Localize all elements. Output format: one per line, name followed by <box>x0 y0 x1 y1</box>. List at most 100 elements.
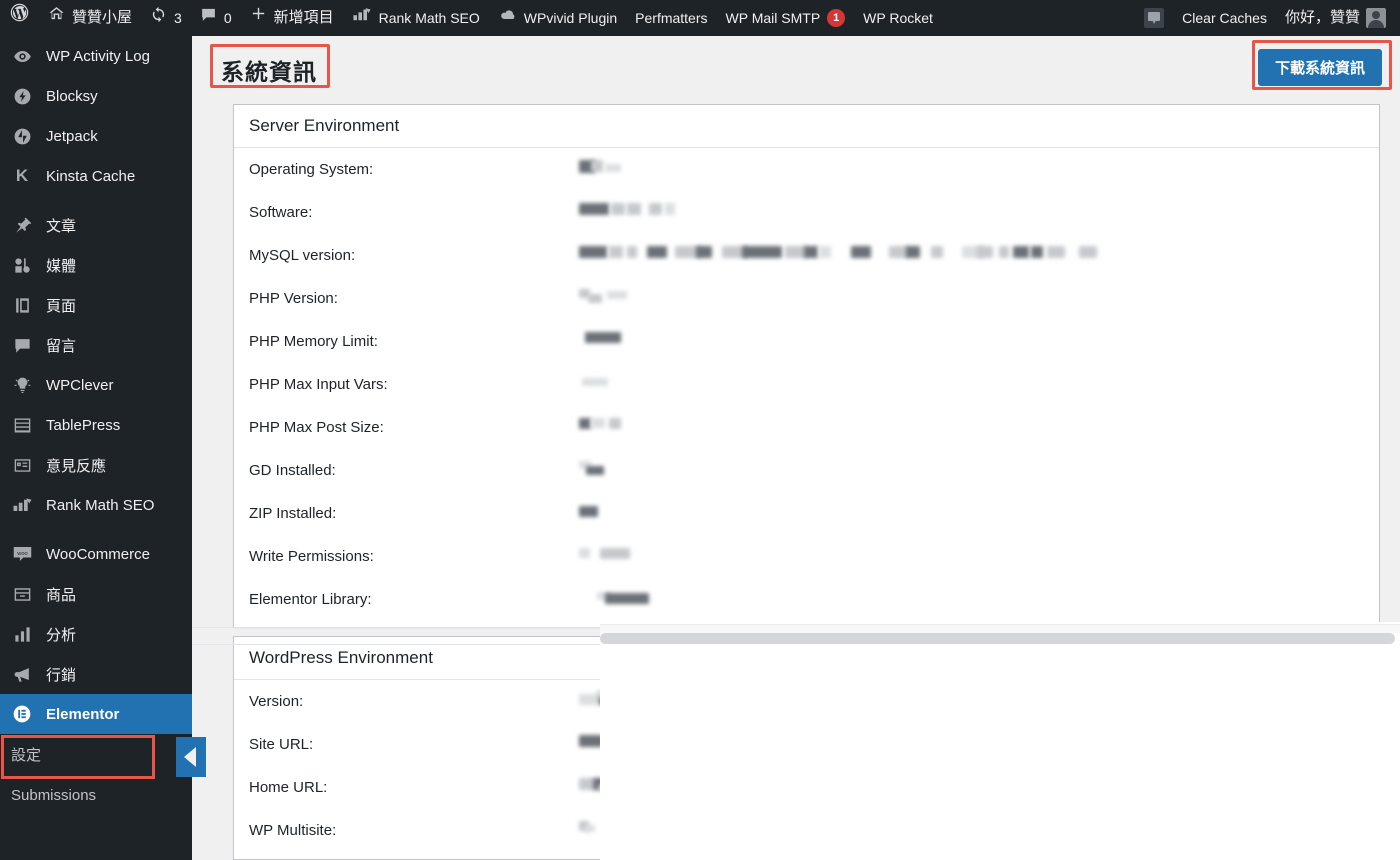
row-value-redacted <box>579 202 1379 223</box>
speech-square-icon <box>1144 8 1165 28</box>
sidebar-item-marketing[interactable]: 行銷 <box>0 654 192 694</box>
row-label: Elementor Library: <box>249 591 372 608</box>
adminbar-wpvivid-plugin[interactable]: WPvivid Plugin <box>489 0 626 36</box>
sidebar-item-blocksy[interactable]: Blocksy <box>0 76 192 116</box>
sidebar-item-comments[interactable]: 留言 <box>0 325 192 365</box>
row-label: GD Installed: <box>249 462 336 479</box>
sidebar-item-posts[interactable]: 文章 <box>0 205 192 245</box>
row-value-redacted <box>579 590 1379 610</box>
sidebar-item-kinsta-cache[interactable]: K Kinsta Cache <box>0 156 192 196</box>
row-value-redacted <box>579 504 1379 524</box>
sidebar-item-wp-activity-log[interactable]: WP Activity Log <box>0 36 192 76</box>
sidebar-label: 頁面 <box>46 297 77 315</box>
horizontal-scrollbar-thumb[interactable] <box>600 633 1395 644</box>
adminbar-perfmatters[interactable]: Perfmatters <box>626 0 716 36</box>
adminbar-howdy-user[interactable]: 你好，贊贊 <box>1276 0 1364 36</box>
megaphone-icon <box>11 665 33 684</box>
row-label: PHP Version: <box>249 290 338 307</box>
server-environment-card: Server Environment Operating System: Sof… <box>233 104 1380 628</box>
wp-mail-smtp-badge: 1 <box>827 9 846 27</box>
update-icon <box>150 0 167 36</box>
adminbar-feedback[interactable] <box>1135 0 1173 36</box>
sidebar-label: TablePress <box>46 416 121 434</box>
row-label: PHP Max Post Size: <box>249 419 384 436</box>
feedback-icon <box>11 456 33 475</box>
table-row: Elementor Library: <box>234 578 1379 621</box>
avatar-icon <box>1366 8 1386 28</box>
sidebar-label: 分析 <box>46 626 77 644</box>
table-row: MySQL version: <box>234 234 1379 277</box>
adminbar-perfmatters-label: Perfmatters <box>635 10 708 26</box>
sidebar-label: Jetpack <box>46 127 98 145</box>
horizontal-scrollbar-track[interactable] <box>600 624 1400 633</box>
overlay-edge-line <box>192 627 600 628</box>
sidebar-item-wpclever[interactable]: WPClever <box>0 365 192 405</box>
current-menu-arrow <box>176 737 206 777</box>
row-label: Home URL: <box>249 779 328 796</box>
media-icon <box>11 256 33 275</box>
adminbar-updates-count: 3 <box>174 10 182 26</box>
sidebar-item-elementor[interactable]: Elementor <box>0 694 192 734</box>
sidebar-separator <box>0 196 192 205</box>
table-row: PHP Version: <box>234 277 1379 320</box>
row-label: PHP Max Input Vars: <box>249 376 388 393</box>
sidebar-item-media[interactable]: 媒體 <box>0 245 192 285</box>
page-title-highlight <box>210 44 330 88</box>
sidebar-label: Rank Math SEO <box>46 496 155 514</box>
adminbar-clear-caches[interactable]: Clear Caches <box>1173 0 1276 36</box>
adminbar-wp-mail-smtp[interactable]: WP Mail SMTP 1 <box>717 0 855 36</box>
row-label: Software: <box>249 204 313 221</box>
sidebar-label: WPClever <box>46 376 114 394</box>
table-row: Software: <box>234 191 1379 234</box>
box-icon <box>11 585 33 604</box>
kinsta-k-icon: K <box>15 166 29 185</box>
sidebar-label: 意見反應 <box>46 457 107 475</box>
overlay-edge-line-2 <box>192 644 600 645</box>
jetpack-icon <box>11 127 33 146</box>
sidebar-submenu-submissions[interactable]: Submissions <box>0 775 192 816</box>
adminbar-wp-rocket[interactable]: WP Rocket <box>854 0 942 36</box>
sidebar-item-rank-math-seo[interactable]: Rank Math SEO <box>0 485 192 525</box>
table-icon <box>11 416 33 435</box>
adminbar-rank-math-seo-label: Rank Math SEO <box>378 10 480 26</box>
blocksy-icon <box>11 87 33 106</box>
sidebar-label: 商品 <box>46 586 77 604</box>
adminbar-new-content[interactable]: 新增項目 <box>241 0 343 36</box>
adminbar-wordpress-logo[interactable] <box>0 0 39 36</box>
row-value-redacted <box>579 159 1379 180</box>
sidebar-separator <box>0 525 192 534</box>
svg-text:woo: woo <box>16 551 27 557</box>
sidebar-item-tablepress[interactable]: TablePress <box>0 405 192 445</box>
sidebar-label: 文章 <box>46 217 77 235</box>
sidebar-item-woocommerce[interactable]: woo WooCommerce <box>0 534 192 574</box>
row-label: ZIP Installed: <box>249 505 337 522</box>
sidebar-item-analytics[interactable]: 分析 <box>0 614 192 654</box>
table-row: PHP Max Input Vars: <box>234 363 1379 406</box>
sidebar-item-jetpack[interactable]: Jetpack <box>0 116 192 156</box>
sidebar-label: WP Activity Log <box>46 47 150 65</box>
row-label: Site URL: <box>249 736 314 753</box>
adminbar-site-name[interactable]: 贊贊小屋 <box>39 0 141 36</box>
row-value-redacted <box>579 331 1379 352</box>
adminbar-wp-mail-smtp-label: WP Mail SMTP <box>725 10 821 26</box>
adminbar-updates[interactable]: 3 <box>141 0 191 36</box>
sidebar-label: Blocksy <box>46 87 98 105</box>
sidebar-label: 媒體 <box>46 257 77 275</box>
plus-icon <box>250 0 267 36</box>
row-label: PHP Memory Limit: <box>249 333 378 350</box>
sidebar-item-products[interactable]: 商品 <box>0 574 192 614</box>
sidebar-label: WooCommerce <box>46 545 150 563</box>
comment-icon <box>11 336 33 355</box>
admin-bar: 贊贊小屋 3 0 新增項目 Rank Math SEO WPvivid Plug… <box>0 0 1400 36</box>
woo-icon: woo <box>11 545 33 563</box>
adminbar-comments[interactable]: 0 <box>191 0 241 36</box>
pin-icon <box>11 216 33 235</box>
sidebar-item-pages[interactable]: 頁面 <box>0 285 192 325</box>
sidebar-item-feedback[interactable]: 意見反應 <box>0 445 192 485</box>
adminbar-rank-math-seo[interactable]: Rank Math SEO <box>343 0 489 36</box>
row-value-redacted <box>579 547 1379 567</box>
table-row: Write Permissions: <box>234 535 1379 578</box>
adminbar-wpvivid-plugin-label: WPvivid Plugin <box>523 10 618 26</box>
adminbar-user-avatar[interactable] <box>1364 0 1400 36</box>
overlay-panel <box>600 622 1400 860</box>
